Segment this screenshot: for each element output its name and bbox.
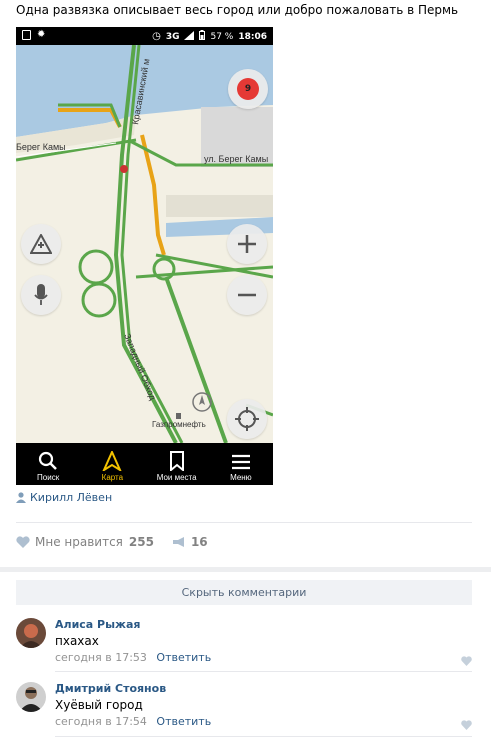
sd-card-icon [22,30,31,40]
voice-search-button[interactable] [21,275,61,315]
reply-button[interactable]: Ответить [156,715,211,728]
camera-marker-icon [120,165,128,173]
search-icon [39,451,58,470]
heart-icon [461,656,472,666]
avatar[interactable] [16,618,46,648]
comment-time[interactable]: сегодня в 17:54 [55,715,147,728]
reply-button[interactable]: Ответить [156,651,211,664]
status-time: 18:06 [238,31,267,42]
microphone-icon [34,284,48,305]
interchange-loop-2 [81,282,117,318]
road-diagonal [164,276,228,443]
like-button[interactable]: Мне нравится 255 [16,535,154,549]
comment-author[interactable]: Алиса Рыжая [55,618,141,631]
navigator-arrow-icon [102,451,122,471]
nav-my-places[interactable]: Мои места [145,443,209,485]
traffic-level: 9 [244,84,252,94]
location-target-icon [235,407,259,431]
menu-icon [231,454,250,470]
phone-status-bar: ✹ ◷ 3G 57 % 18:06 [16,27,273,45]
comments-separator [0,567,491,572]
post-reactions: Мне нравится 255 16 [16,535,208,549]
like-count: 255 [128,535,154,549]
divider [55,671,472,672]
report-incident-button[interactable] [21,224,61,264]
plus-icon [238,235,256,253]
nav-map-label: Карта [101,473,124,482]
building-block [166,195,273,217]
comment-author[interactable]: Дмитрий Стоянов [55,682,166,695]
divider [16,522,472,523]
network-indicator: 3G [165,31,180,42]
post-author[interactable]: Кирилл Лёвен [16,491,112,504]
warning-triangle-icon [30,234,52,254]
comment-like-button[interactable] [461,715,472,734]
poi-label-gazpromneft: Газпромнефть [152,420,206,429]
repost-count: 16 [190,535,208,549]
bookmark-icon [169,451,184,471]
street-label-ul-bereg-kamy: ул. Берег Камы [204,154,268,164]
hide-comments-button[interactable]: Скрыть комментарии [16,580,472,605]
comment-item: Алиса Рыжая пхахах сегодня в 17:53 Ответ… [16,618,472,674]
attached-screenshot[interactable]: ✹ ◷ 3G 57 % 18:06 Красавинский м Берег К… [16,27,273,485]
map-view[interactable]: Красавинский м Берег Камы ул. Берег Камы… [16,45,273,443]
app-bottom-nav: Поиск Карта Мои места Меню [16,443,273,485]
street-label-zapadny-obhod: Западный Обход [122,332,158,402]
nav-search[interactable]: Поиск [16,443,80,485]
post-title: Одна развязка описывает весь город или д… [16,3,459,17]
nav-menu-label: Меню [230,473,252,482]
comment-meta: сегодня в 17:53 Ответить [55,651,211,664]
heart-icon [16,536,30,548]
nav-map[interactable]: Карта [80,443,144,485]
divider [55,736,472,737]
interchange-loop-1 [78,249,114,285]
settings-icon: ✹ [37,29,46,40]
heart-icon [461,720,472,730]
nav-menu[interactable]: Меню [209,443,273,485]
zoom-in-button[interactable] [227,224,267,264]
battery-icon [199,30,206,43]
comment-text: пхахах [55,634,99,648]
nav-search-label: Поиск [37,473,60,482]
megaphone-icon [172,537,184,547]
battery-percent: 57 % [210,31,234,42]
comment-meta: сегодня в 17:54 Ответить [55,715,211,728]
my-location-button[interactable] [227,399,267,439]
avatar[interactable] [16,682,46,712]
repost-button[interactable]: 16 [172,535,208,549]
post-author-name[interactable]: Кирилл Лёвен [30,491,112,504]
comment-time[interactable]: сегодня в 17:53 [55,651,147,664]
zoom-out-button[interactable] [227,275,267,315]
fuel-station-icon [176,413,181,419]
traffic-button[interactable]: 9 [228,69,268,109]
alarm-icon: ◷ [152,31,161,42]
comment-text: Хуёвый город [55,698,143,712]
comment-like-button[interactable] [461,651,472,670]
user-icon [16,492,26,503]
like-label: Мне нравится [35,535,123,549]
comment-item: Дмитрий Стоянов Хуёвый город сегодня в 1… [16,682,472,738]
nav-my-places-label: Мои места [156,473,197,482]
street-label-bereg-kamy: Берег Камы [16,142,66,152]
signal-icon [184,30,195,43]
minus-icon [238,293,256,297]
